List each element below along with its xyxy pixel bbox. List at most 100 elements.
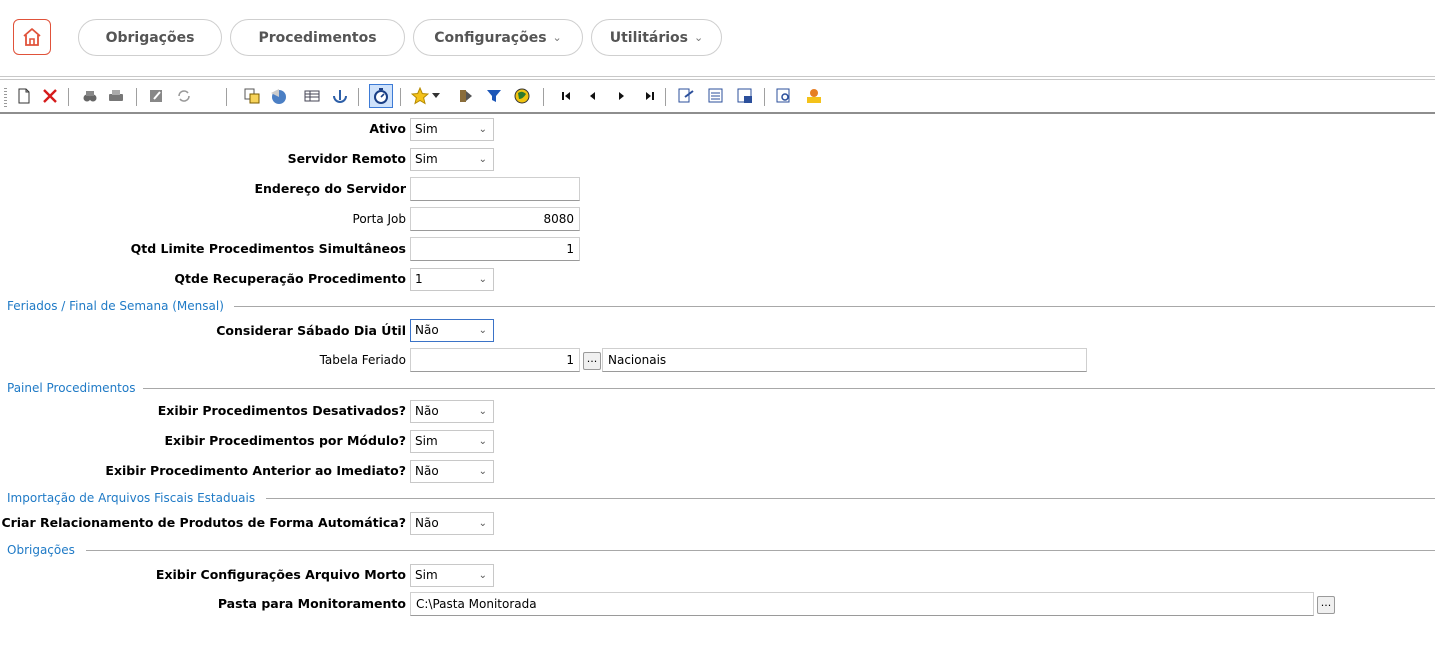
endereco-servidor-label: Endereço do Servidor	[254, 181, 406, 196]
exibir-anterior-label: Exibir Procedimento Anterior ao Imediato…	[105, 463, 406, 478]
endereco-servidor-input[interactable]	[410, 177, 580, 201]
edit-icon[interactable]	[146, 86, 166, 106]
criar-relacionamento-select[interactable]: Não ⌄	[410, 512, 494, 535]
considerar-sabado-value: Não	[415, 323, 439, 337]
home-button[interactable]	[13, 19, 51, 55]
section-importacao: Importação de Arquivos Fiscais Estaduais	[7, 491, 256, 505]
chevron-down-icon: ⌄	[478, 124, 487, 135]
toolbar-separator	[68, 88, 69, 106]
ativo-value: Sim	[415, 122, 438, 136]
chevron-down-icon: ⌄	[478, 570, 487, 581]
exibir-desativados-select[interactable]: Não ⌄	[410, 400, 494, 423]
nav-procedimentos-label: Procedimentos	[258, 29, 377, 46]
timer-icon[interactable]	[369, 84, 393, 108]
nav-procedimentos[interactable]: Procedimentos	[230, 19, 405, 56]
tabela-feriado-input[interactable]: 1	[410, 348, 580, 372]
ativo-label: Ativo	[369, 121, 406, 136]
print-icon[interactable]	[106, 86, 126, 106]
world-icon[interactable]	[512, 86, 532, 106]
toolbar-separator	[358, 88, 359, 106]
exibir-anterior-value: Não	[415, 464, 439, 478]
criar-relacionamento-label: Criar Relacionamento de Produtos de Form…	[1, 515, 406, 530]
nav-utilitarios-label: Utilitários	[609, 29, 689, 46]
chevron-down-icon: ⌄	[478, 325, 487, 336]
section-obrigacoes: Obrigações	[7, 543, 75, 557]
delete-icon[interactable]	[40, 86, 60, 106]
ativo-select[interactable]: Sim ⌄	[410, 118, 494, 141]
previous-record-icon[interactable]	[583, 86, 603, 106]
nav-utilitarios[interactable]: Utilitários ⌄	[591, 19, 722, 56]
chevron-down-icon: ⌄	[478, 154, 487, 165]
chevron-down-icon: ⌄	[478, 274, 487, 285]
servidor-remoto-value: Sim	[415, 152, 438, 166]
qtde-recuperacao-value: 1	[415, 272, 423, 286]
tabela-feriado-label: Tabela Feriado	[319, 353, 406, 367]
section-divider	[143, 388, 1435, 389]
tabela-feriado-description: Nacionais	[602, 348, 1087, 372]
pasta-monitoramento-label: Pasta para Monitoramento	[217, 596, 406, 611]
new-document-icon[interactable]	[14, 86, 34, 106]
chevron-down-icon: ⌄	[478, 406, 487, 417]
toolbar-separator	[665, 88, 666, 106]
top-navigation: Obrigações Procedimentos Configurações ⌄…	[0, 0, 1435, 76]
qtd-limite-label: Qtd Limite Procedimentos Simultâneos	[130, 241, 406, 256]
user-icon[interactable]	[804, 86, 824, 106]
grid-icon[interactable]	[302, 86, 322, 106]
list-report-icon[interactable]	[706, 86, 726, 106]
section-divider	[86, 550, 1435, 551]
info-icon[interactable]	[330, 86, 350, 106]
criar-relacionamento-value: Não	[415, 516, 439, 530]
nav-configuracoes-label: Configurações	[434, 29, 547, 46]
pasta-monitoramento-input[interactable]: C:\Pasta Monitorada	[410, 592, 1314, 616]
toolbar-separator	[764, 88, 765, 106]
considerar-sabado-select[interactable]: Não ⌄	[410, 319, 494, 342]
toolbar-separator	[543, 88, 544, 106]
exibir-arquivo-morto-select[interactable]: Sim ⌄	[410, 564, 494, 587]
chevron-down-icon: ⌄	[478, 436, 487, 447]
caret-down-icon[interactable]	[430, 86, 442, 106]
chevron-down-icon: ⌄	[552, 31, 562, 44]
copy-icon[interactable]	[242, 86, 262, 106]
exibir-desativados-label: Exibir Procedimentos Desativados?	[157, 403, 406, 418]
nav-configuracoes[interactable]: Configurações ⌄	[413, 19, 583, 56]
report-icon[interactable]	[676, 86, 696, 106]
section-divider	[234, 306, 1435, 307]
toolbar-separator	[136, 88, 137, 106]
exibir-arquivo-morto-value: Sim	[415, 568, 438, 582]
toolbar-grip[interactable]	[4, 88, 7, 108]
tabela-feriado-lookup-button[interactable]: ...	[583, 352, 601, 370]
servidor-remoto-label: Servidor Remoto	[287, 151, 406, 166]
filter-icon[interactable]	[484, 86, 504, 106]
export-icon[interactable]	[456, 86, 476, 106]
refresh-icon[interactable]	[174, 86, 194, 106]
porta-job-input[interactable]: 8080	[410, 207, 580, 231]
qtd-limite-input[interactable]: 1	[410, 237, 580, 261]
divider	[0, 112, 1435, 114]
globe-icon[interactable]	[268, 86, 288, 106]
section-feriados: Feriados / Final de Semana (Mensal)	[7, 299, 224, 313]
star-icon[interactable]	[410, 86, 430, 106]
considerar-sabado-label: Considerar Sábado Dia Útil	[216, 323, 406, 338]
nav-obrigacoes-label: Obrigações	[105, 29, 195, 46]
qtde-recuperacao-label: Qtde Recuperação Procedimento	[174, 271, 406, 286]
section-painel: Painel Procedimentos	[7, 381, 136, 395]
find-icon[interactable]	[80, 86, 100, 106]
sheet-icon[interactable]	[735, 86, 755, 106]
servidor-remoto-select[interactable]: Sim ⌄	[410, 148, 494, 171]
exibir-arquivo-morto-label: Exibir Configurações Arquivo Morto	[155, 567, 406, 582]
preview-icon[interactable]	[774, 86, 794, 106]
pasta-monitoramento-browse-button[interactable]: ...	[1317, 596, 1335, 614]
first-record-icon[interactable]	[556, 86, 576, 106]
next-record-icon[interactable]	[611, 86, 631, 106]
qtde-recuperacao-select[interactable]: 1 ⌄	[410, 268, 494, 291]
last-record-icon[interactable]	[640, 86, 660, 106]
nav-obrigacoes[interactable]: Obrigações	[78, 19, 222, 56]
home-icon	[23, 28, 41, 46]
divider	[0, 79, 1435, 80]
toolbar-separator	[400, 88, 401, 106]
exibir-por-modulo-select[interactable]: Sim ⌄	[410, 430, 494, 453]
exibir-desativados-value: Não	[415, 404, 439, 418]
chevron-down-icon: ⌄	[478, 466, 487, 477]
divider	[0, 76, 1435, 77]
exibir-anterior-select[interactable]: Não ⌄	[410, 460, 494, 483]
